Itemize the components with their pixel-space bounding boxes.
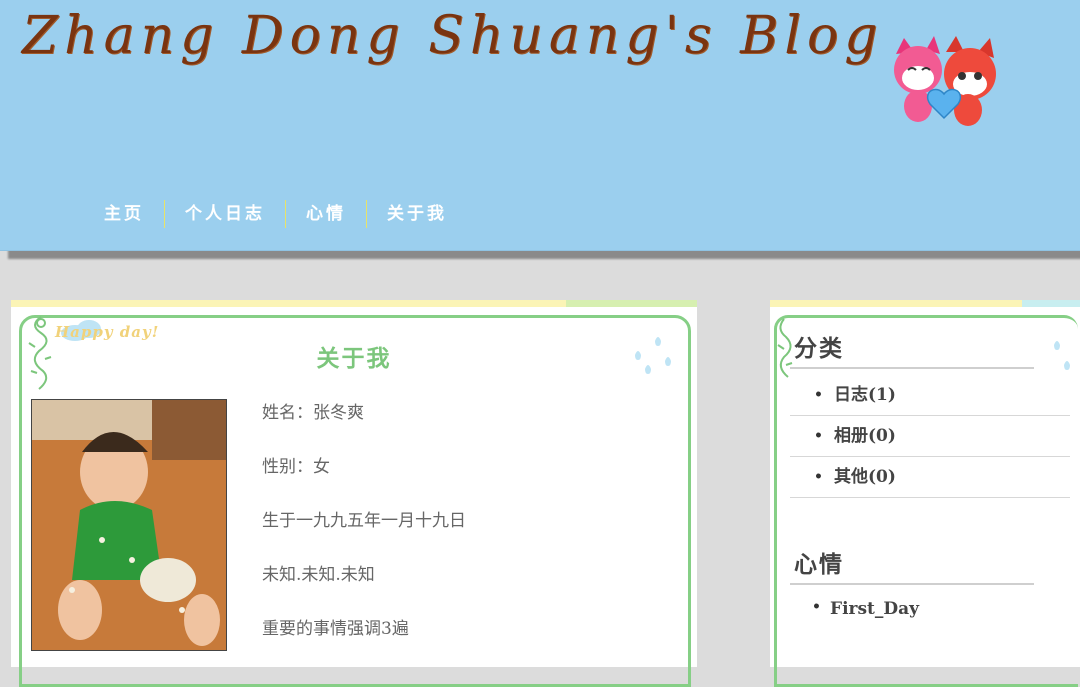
category-item-other[interactable]: 其他(0) xyxy=(790,457,1070,498)
nav-item-mood[interactable]: 心情 xyxy=(285,200,366,228)
fox-couple-mascot-icon xyxy=(894,36,996,126)
profile-info: 姓名：张冬爽 性别：女 生于一九九五年一月十九日 未知.未知.未知 重要的事情强… xyxy=(262,401,466,671)
profile-photo xyxy=(31,399,227,651)
sidebar: 分类 日志(1) 相册(0) 其他(0) 心情 First_Day xyxy=(770,300,1080,687)
category-heading: 分类 xyxy=(794,335,844,362)
mood-item-first-day[interactable]: First_Day xyxy=(790,599,919,619)
nav-item-home[interactable]: 主页 xyxy=(84,200,164,228)
profile-emphasis: 重要的事情强调3遍 xyxy=(262,619,409,639)
profile-unknown: 未知.未知.未知 xyxy=(262,565,375,585)
about-me-card: Happy day! 关于我 姓名：张冬爽 性别：女 生于一九九五年一月十九日 … xyxy=(11,300,697,687)
site-title[interactable]: Zhang Dong Shuang's Blog xyxy=(22,6,884,66)
profile-gender: 性别：女 xyxy=(262,457,330,477)
profile-birthday: 生于一九九五年一月十九日 xyxy=(262,511,466,531)
mood-heading: 心情 xyxy=(794,551,844,578)
raindrops-decoration-icon xyxy=(1054,341,1070,370)
mood-divider xyxy=(790,583,1034,585)
page-title: 关于我 xyxy=(316,345,392,372)
category-item-album[interactable]: 相册(0) xyxy=(790,416,1070,457)
category-divider xyxy=(790,367,1034,369)
nav-item-about[interactable]: 关于我 xyxy=(366,200,467,228)
site-header: Zhang Dong Shuang's Blog 主页 个人日志 心情 关于我 xyxy=(0,0,1080,251)
category-item-journal[interactable]: 日志(1) xyxy=(790,375,1070,416)
nav-item-journal[interactable]: 个人日志 xyxy=(164,200,285,228)
main-nav: 主页 个人日志 心情 关于我 xyxy=(84,200,467,228)
profile-name: 姓名：张冬爽 xyxy=(262,403,364,423)
category-list: 日志(1) 相册(0) 其他(0) xyxy=(790,375,1070,498)
